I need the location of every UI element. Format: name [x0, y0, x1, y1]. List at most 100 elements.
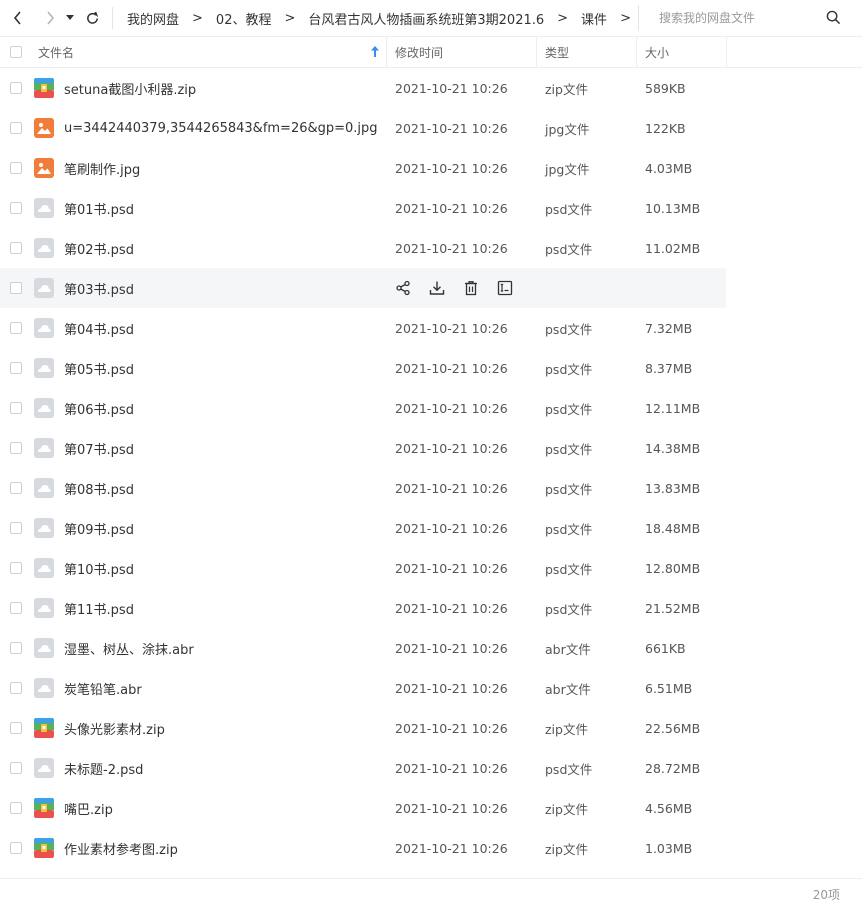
file-row[interactable]: 湿墨、树丛、涂抹.abr 2021-10-21 10:26 abr文件 661KB — [0, 628, 862, 668]
row-checkbox[interactable] — [10, 162, 22, 174]
row-checkbox[interactable] — [10, 682, 22, 694]
file-row[interactable]: 第05书.psd 2021-10-21 10:26 psd文件 8.37MB — [0, 348, 862, 388]
file-row[interactable]: 第01书.psd 2021-10-21 10:26 psd文件 10.13MB — [0, 188, 862, 228]
file-name[interactable]: 第08书.psd — [64, 468, 134, 508]
file-modified-time: 2021-10-21 10:26 — [395, 480, 508, 496]
file-size: 10.13MB — [645, 200, 701, 216]
row-checkbox[interactable] — [10, 762, 22, 774]
file-row[interactable]: 第06书.psd 2021-10-21 10:26 psd文件 12.11MB — [0, 388, 862, 428]
file-name[interactable]: 第11书.psd — [64, 588, 134, 628]
file-name[interactable]: 第09书.psd — [64, 508, 134, 548]
caret-down-icon — [66, 15, 74, 20]
file-row[interactable]: 第02书.psd 2021-10-21 10:26 psd文件 11.02MB — [0, 228, 862, 268]
search-icon[interactable] — [826, 10, 841, 25]
back-button[interactable] — [7, 7, 29, 29]
row-checkbox[interactable] — [10, 562, 22, 574]
download-icon[interactable] — [429, 280, 445, 296]
file-type: psd文件 — [545, 561, 593, 577]
row-checkbox[interactable] — [10, 842, 22, 854]
file-row[interactable]: setuna截图小利器.zip 2021-10-21 10:26 zip文件 589K… — [0, 68, 862, 108]
file-row[interactable]: 第07书.psd 2021-10-21 10:26 psd文件 14.38MB — [0, 428, 862, 468]
column-header-name[interactable]: 文件名 — [38, 37, 384, 67]
file-row[interactable]: 未标题-2.psd 2021-10-21 10:26 psd文件 28.72MB — [0, 748, 862, 788]
column-divider[interactable] — [536, 37, 537, 67]
column-header-type[interactable]: 类型 — [545, 37, 569, 67]
zip-file-icon — [34, 68, 54, 108]
file-row[interactable]: 炭笔铅笔.abr 2021-10-21 10:26 abr文件 6.51MB — [0, 668, 862, 708]
file-name[interactable]: 第05书.psd — [64, 348, 134, 388]
generic-file-icon — [34, 628, 54, 668]
file-name[interactable]: 第02书.psd — [64, 228, 134, 268]
row-checkbox[interactable] — [10, 642, 22, 654]
file-row[interactable]: 第11书.psd 2021-10-21 10:26 psd文件 21.52MB — [0, 588, 862, 628]
row-checkbox[interactable] — [10, 402, 22, 414]
file-row[interactable]: 第10书.psd 2021-10-21 10:26 psd文件 12.80MB — [0, 548, 862, 588]
file-name[interactable]: 第04书.psd — [64, 308, 134, 348]
file-row[interactable]: 头像光影素材.zip 2021-10-21 10:26 zip文件 22.56MB — [0, 708, 862, 748]
file-modified-time: 2021-10-21 10:26 — [395, 120, 508, 136]
row-checkbox-cell — [10, 828, 22, 868]
breadcrumb-item-tutorials[interactable]: 02、教程 — [216, 9, 272, 28]
row-checkbox[interactable] — [10, 202, 22, 214]
column-header-modified[interactable]: 修改时间 — [395, 37, 443, 67]
file-name[interactable]: 湿墨、树丛、涂抹.abr — [64, 628, 194, 668]
file-type: jpg文件 — [545, 121, 590, 137]
row-checkbox[interactable] — [10, 602, 22, 614]
row-checkbox[interactable] — [10, 522, 22, 534]
file-modified-time: 2021-10-21 10:26 — [395, 560, 508, 576]
row-checkbox[interactable] — [10, 802, 22, 814]
file-name[interactable]: 第06书.psd — [64, 388, 134, 428]
file-name[interactable]: 笔刷制作.jpg — [64, 148, 140, 188]
row-checkbox[interactable] — [10, 82, 22, 94]
row-checkbox[interactable] — [10, 122, 22, 134]
file-row[interactable]: 笔刷制作.jpg 2021-10-21 10:26 jpg文件 4.03MB — [0, 148, 862, 188]
file-row[interactable]: 第08书.psd 2021-10-21 10:26 psd文件 13.83MB — [0, 468, 862, 508]
select-all-checkbox[interactable] — [10, 46, 22, 58]
file-name[interactable]: 未标题-2.psd — [64, 748, 143, 788]
breadcrumb-separator[interactable]: > — [620, 11, 631, 26]
delete-icon[interactable] — [463, 280, 479, 296]
column-label-name: 文件名 — [38, 45, 75, 60]
row-checkbox[interactable] — [10, 322, 22, 334]
file-name[interactable]: 第07书.psd — [64, 428, 134, 468]
file-row[interactable]: 第09书.psd 2021-10-21 10:26 psd文件 18.48MB — [0, 508, 862, 548]
row-checkbox[interactable] — [10, 242, 22, 254]
file-row[interactable]: 嘴巴.zip 2021-10-21 10:26 zip文件 4.56MB — [0, 788, 862, 828]
file-name[interactable]: 炭笔铅笔.abr — [64, 668, 142, 708]
forward-button[interactable] — [39, 7, 61, 29]
sort-ascending-icon[interactable] — [371, 46, 379, 57]
refresh-button[interactable] — [81, 7, 103, 29]
row-checkbox[interactable] — [10, 282, 22, 294]
row-checkbox[interactable] — [10, 442, 22, 454]
breadcrumb-item-home[interactable]: 我的网盘 — [127, 9, 179, 28]
share-icon[interactable] — [395, 280, 411, 296]
column-divider[interactable] — [386, 37, 387, 67]
rename-icon[interactable] — [497, 280, 513, 296]
file-name[interactable]: 第10书.psd — [64, 548, 134, 588]
search-input[interactable] — [657, 10, 826, 26]
file-modified-time: 2021-10-21 10:26 — [395, 200, 508, 216]
column-divider[interactable] — [636, 37, 637, 67]
file-name[interactable]: 作业素材参考图.zip — [64, 828, 178, 868]
column-header-size[interactable]: 大小 — [645, 37, 669, 67]
file-name[interactable]: setuna截图小利器.zip — [64, 68, 196, 108]
file-name[interactable]: 第01书.psd — [64, 188, 134, 228]
history-dropdown-button[interactable] — [61, 7, 79, 29]
row-checkbox[interactable] — [10, 722, 22, 734]
file-name[interactable]: 第03书.psd — [64, 268, 134, 308]
file-row[interactable]: 第03书.psd — [0, 268, 862, 308]
breadcrumb-item-current[interactable]: 课件 — [581, 9, 607, 28]
file-row[interactable]: u=3442440379,3544265843&fm=26&gp=0.jpg 20… — [0, 108, 862, 148]
row-checkbox[interactable] — [10, 362, 22, 374]
breadcrumb: 我的网盘 > 02、教程 > 台风君古风人物插画系统班第3期2021.6 > 课… — [127, 9, 644, 28]
column-divider[interactable] — [726, 37, 727, 67]
row-checkbox[interactable] — [10, 482, 22, 494]
file-modified-time: 2021-10-21 10:26 — [395, 240, 508, 256]
file-name[interactable]: 头像光影素材.zip — [64, 708, 165, 748]
file-row[interactable]: 作业素材参考图.zip 2021-10-21 10:26 zip文件 1.03MB — [0, 828, 862, 868]
file-name[interactable]: u=3442440379,3544265843&fm=26&gp=0.jpg — [64, 108, 378, 148]
file-row[interactable]: 第04书.psd 2021-10-21 10:26 psd文件 7.32MB — [0, 308, 862, 348]
file-name[interactable]: 嘴巴.zip — [64, 788, 113, 828]
row-checkbox-cell — [10, 388, 22, 428]
breadcrumb-item-course[interactable]: 台风君古风人物插画系统班第3期2021.6 — [308, 9, 544, 28]
